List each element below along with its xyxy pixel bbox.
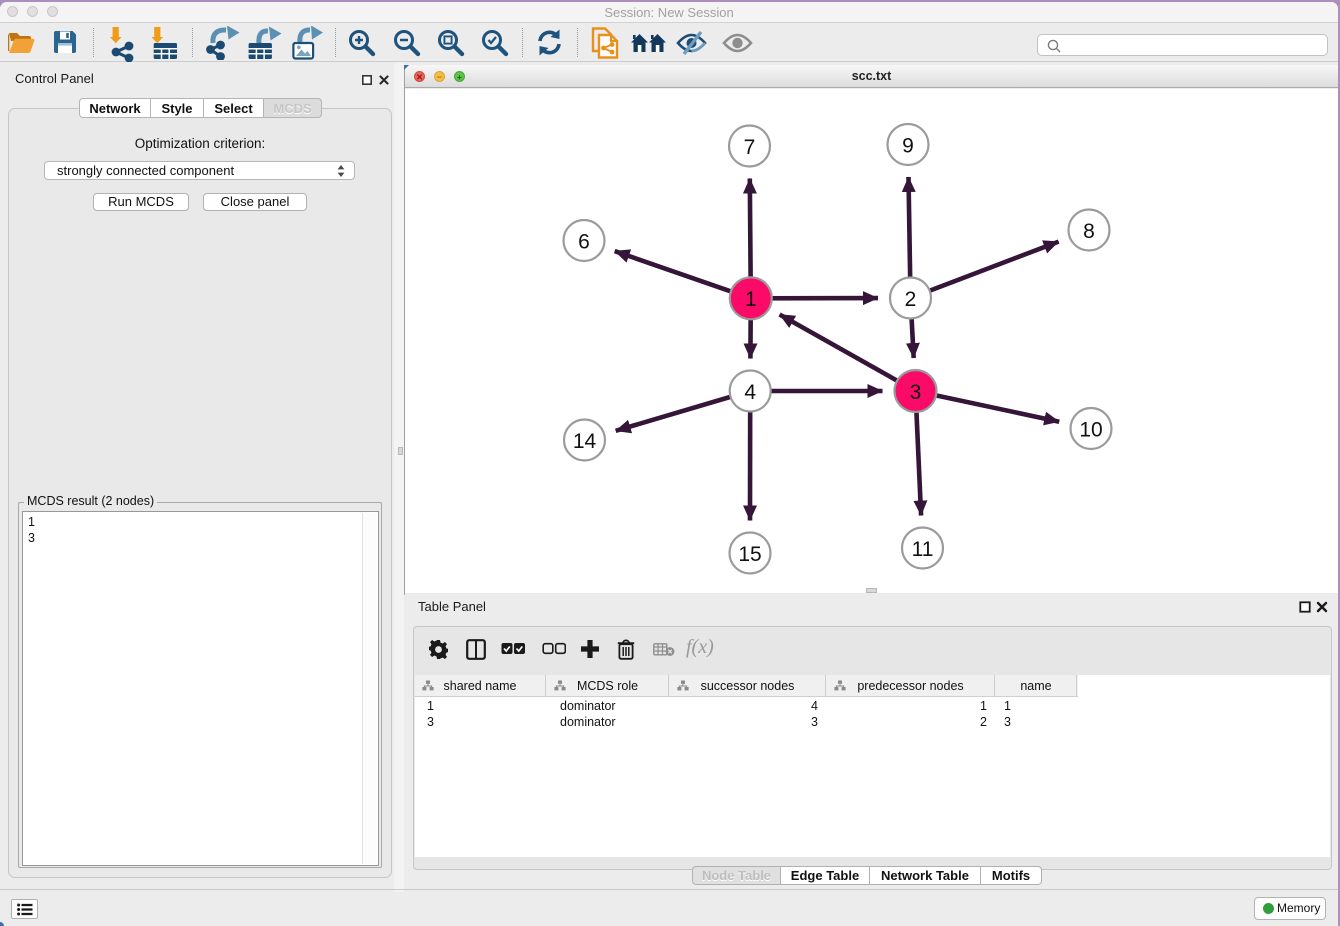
svg-text:6: 6 [578, 230, 590, 253]
svg-text:14: 14 [573, 429, 597, 452]
svg-text:8: 8 [1083, 219, 1095, 242]
svg-text:11: 11 [912, 537, 934, 560]
svg-text:3: 3 [910, 380, 922, 403]
svg-text:9: 9 [902, 134, 914, 157]
svg-text:2: 2 [905, 287, 917, 310]
svg-text:15: 15 [738, 542, 761, 565]
svg-text:4: 4 [744, 380, 756, 403]
svg-text:1: 1 [745, 288, 757, 311]
svg-text:10: 10 [1079, 418, 1102, 441]
svg-text:7: 7 [744, 135, 756, 158]
